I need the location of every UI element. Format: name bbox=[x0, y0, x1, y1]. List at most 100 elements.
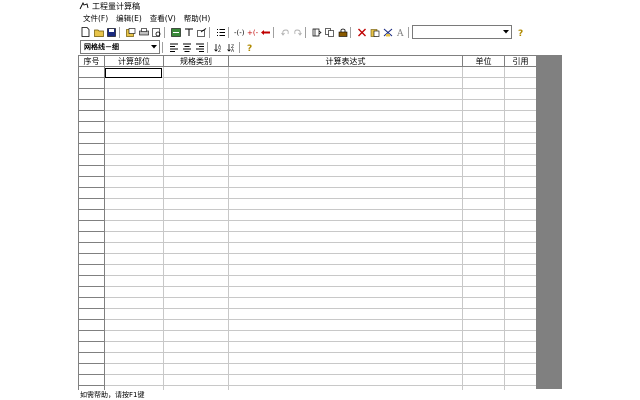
column-header-unit[interactable]: 单位 bbox=[463, 56, 505, 67]
redo-icon[interactable] bbox=[292, 27, 303, 38]
table-row bbox=[105, 275, 537, 276]
row-header-line bbox=[79, 319, 104, 320]
table-row bbox=[105, 176, 537, 177]
row-header-line bbox=[79, 132, 104, 133]
menu-file[interactable]: 文件(F) bbox=[83, 13, 108, 24]
table-row bbox=[105, 77, 537, 78]
row-header-line bbox=[79, 121, 104, 122]
row-header-line bbox=[79, 374, 104, 375]
table-row bbox=[105, 132, 537, 133]
sort-asc-icon[interactable]: AZ bbox=[213, 42, 224, 53]
print-preview-icon[interactable] bbox=[151, 27, 162, 38]
lock-icon[interactable] bbox=[337, 27, 348, 38]
table-row bbox=[105, 330, 537, 331]
toolbar-separator bbox=[350, 26, 352, 38]
toolbar-separator bbox=[305, 26, 307, 38]
format-toolbar: 网格线－细 AZ ZA ? bbox=[78, 40, 562, 54]
svg-text:Z: Z bbox=[218, 48, 221, 52]
table-row bbox=[105, 319, 537, 320]
help-icon[interactable]: ? bbox=[516, 27, 527, 38]
chevron-down-icon[interactable] bbox=[501, 27, 511, 37]
row-header-line bbox=[79, 264, 104, 265]
toolbar-separator bbox=[273, 26, 275, 38]
bracket-icon[interactable]: -(-) bbox=[234, 27, 245, 38]
svg-text:+(-): +(-) bbox=[247, 29, 258, 37]
data-grid[interactable]: 序号 计算部位 规格类别 计算表达式 单位 引用 bbox=[78, 55, 537, 390]
column-header-location[interactable]: 计算部位 bbox=[105, 56, 164, 67]
print-icon[interactable] bbox=[138, 27, 149, 38]
align-center-icon[interactable] bbox=[181, 42, 192, 53]
row-header-line bbox=[79, 363, 104, 364]
calc-icon[interactable] bbox=[311, 27, 322, 38]
table-row bbox=[105, 308, 537, 309]
table-row bbox=[105, 143, 537, 144]
sort-icon[interactable] bbox=[183, 27, 194, 38]
new-file-icon[interactable] bbox=[80, 27, 91, 38]
row-header-line bbox=[79, 231, 104, 232]
help-icon[interactable]: ? bbox=[245, 42, 256, 53]
column-header-spec[interactable]: 规格类别 bbox=[164, 56, 229, 67]
paste-icon[interactable] bbox=[369, 27, 380, 38]
export-icon[interactable] bbox=[196, 27, 207, 38]
active-cell[interactable] bbox=[105, 68, 162, 78]
chevron-down-icon[interactable] bbox=[149, 42, 159, 52]
menu-view[interactable]: 查看(V) bbox=[150, 13, 176, 24]
table-row bbox=[105, 341, 537, 342]
open-folder-icon[interactable] bbox=[93, 27, 104, 38]
toolbar-separator bbox=[408, 26, 410, 38]
toolbar-combo[interactable] bbox=[412, 25, 512, 39]
toolbar-separator bbox=[209, 26, 211, 38]
copy-page-icon[interactable] bbox=[125, 27, 136, 38]
status-text: 如需帮助，请按F1键 bbox=[80, 390, 145, 399]
table-row bbox=[105, 385, 537, 386]
table-row bbox=[105, 154, 537, 155]
row-header-line bbox=[79, 77, 104, 78]
row-header-line bbox=[79, 88, 104, 89]
toolbar-separator bbox=[164, 26, 166, 38]
toolbar-separator bbox=[162, 41, 164, 53]
copy-icon[interactable] bbox=[324, 27, 335, 38]
row-header-line bbox=[79, 187, 104, 188]
row-header-line bbox=[79, 308, 104, 309]
row-header-line bbox=[79, 352, 104, 353]
svg-text:?: ? bbox=[247, 44, 252, 52]
app-icon bbox=[79, 2, 89, 10]
font-icon[interactable]: A bbox=[395, 27, 406, 38]
column-header-expression[interactable]: 计算表达式 bbox=[229, 56, 463, 67]
sort-desc-icon[interactable]: ZA bbox=[226, 42, 237, 53]
table-row bbox=[105, 264, 537, 265]
empty-panel bbox=[536, 55, 562, 389]
row-header-line bbox=[79, 165, 104, 166]
align-left-icon[interactable] bbox=[168, 42, 179, 53]
insert-row-icon[interactable] bbox=[170, 27, 181, 38]
align-right-icon[interactable] bbox=[194, 42, 205, 53]
table-row bbox=[105, 99, 537, 100]
row-header-line bbox=[79, 154, 104, 155]
menu-help[interactable]: 帮助(H) bbox=[184, 13, 211, 24]
application-window: 工程量计算稿 文件(F) 编辑(E) 查看(V) 帮助(H) -(-) +(-) bbox=[78, 0, 562, 400]
row-header-line bbox=[79, 275, 104, 276]
line-style-select[interactable]: 网格线－细 bbox=[80, 40, 160, 54]
toolbar-separator bbox=[239, 41, 241, 53]
list-icon[interactable] bbox=[215, 27, 226, 38]
menu-edit[interactable]: 编辑(E) bbox=[116, 13, 142, 24]
title-bar: 工程量计算稿 bbox=[78, 0, 562, 12]
arrow-left-icon[interactable] bbox=[260, 27, 271, 38]
row-header-line bbox=[79, 330, 104, 331]
row-header-line bbox=[79, 176, 104, 177]
table-row bbox=[105, 165, 537, 166]
column-header-index[interactable]: 序号 bbox=[79, 56, 105, 67]
toolbar-separator bbox=[228, 26, 230, 38]
bracket-red-icon[interactable]: +(-) bbox=[247, 27, 258, 38]
svg-text:?: ? bbox=[518, 29, 523, 37]
row-header-line bbox=[79, 253, 104, 254]
undo-icon[interactable] bbox=[279, 27, 290, 38]
row-header-line bbox=[79, 110, 104, 111]
cut-icon[interactable] bbox=[382, 27, 393, 38]
svg-text:A: A bbox=[231, 48, 235, 52]
save-icon[interactable] bbox=[106, 27, 117, 38]
table-row bbox=[105, 253, 537, 254]
delete-icon[interactable] bbox=[356, 27, 367, 38]
table-row bbox=[105, 297, 537, 298]
column-header-reference[interactable]: 引用 bbox=[505, 56, 537, 67]
